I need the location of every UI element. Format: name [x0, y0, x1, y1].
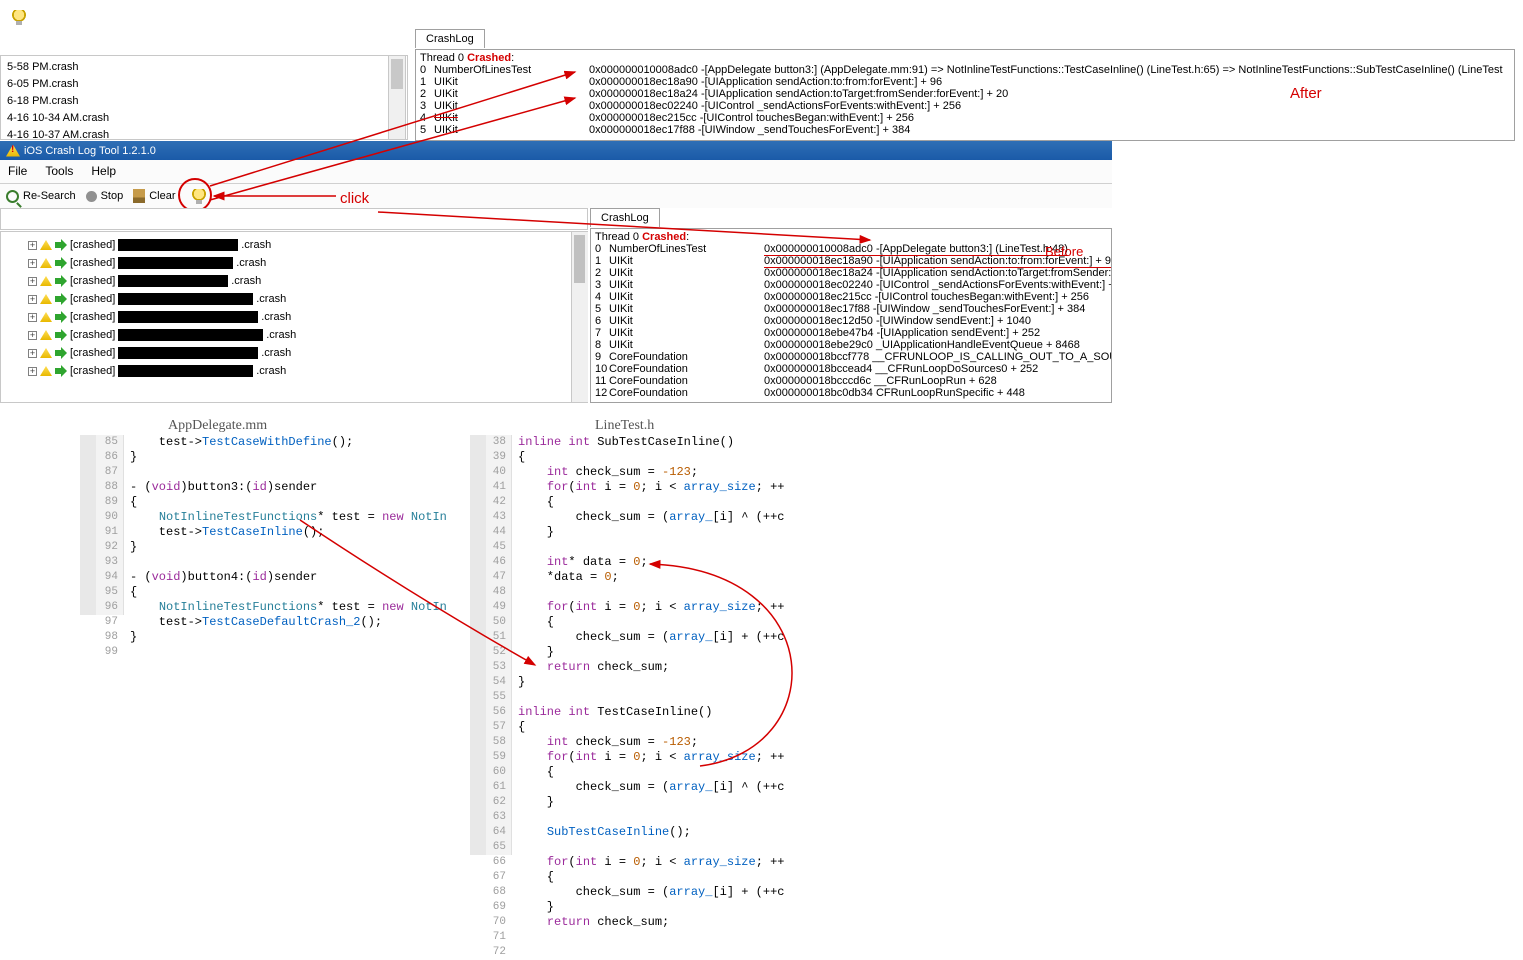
research-button[interactable]: Re-Search — [6, 187, 76, 205]
scrollbar[interactable] — [388, 55, 406, 140]
menu-file[interactable]: File — [8, 164, 27, 179]
upper-crash-log[interactable]: Thread 0 Crashed: 0NumberOfLinesTest0x00… — [415, 49, 1515, 141]
stop-icon — [86, 191, 97, 202]
tree-item[interactable]: +[crashed] .crash — [3, 272, 585, 290]
crash-row[interactable]: 11CoreFoundation0x000000018bcccd6c __CFR… — [595, 375, 1107, 387]
crash-row[interactable]: 3UIKit0x000000018ec02240 -[UIControl _se… — [595, 279, 1107, 291]
file-item[interactable]: 4-16 10-37 AM.crash — [7, 127, 401, 140]
crash-row[interactable]: 1UIKit0x000000018ec18a90 -[UIApplication… — [595, 255, 1107, 267]
warning-icon — [40, 276, 52, 286]
menu-bar[interactable]: File Tools Help — [0, 160, 1112, 184]
crash-row[interactable]: 2UIKit0x000000018ec18a24 -[UIApplication… — [595, 267, 1107, 279]
arrow-icon — [55, 293, 67, 305]
arrow-icon — [55, 365, 67, 377]
crash-row[interactable]: 0NumberOfLinesTest0x000000010008adc0 -[A… — [420, 64, 1510, 76]
tree-item[interactable]: +[crashed] .crash — [3, 290, 585, 308]
warning-icon — [6, 145, 20, 157]
crash-row[interactable]: 12CoreFoundation0x000000018bc0db34 CFRun… — [595, 387, 1107, 399]
magnifier-icon — [6, 190, 19, 203]
warning-icon — [40, 258, 52, 268]
window-titlebar: iOS Crash Log Tool 1.2.1.0 — [0, 141, 1112, 160]
lower-crash-log[interactable]: Thread 0 Crashed: 0NumberOfLinesTest0x00… — [590, 228, 1112, 403]
tree-item[interactable]: +[crashed] .crash — [3, 308, 585, 326]
tree-item[interactable]: +[crashed] .crash — [3, 236, 585, 254]
tab-crashlog[interactable]: CrashLog — [590, 208, 660, 227]
annotation-before: Before — [1045, 244, 1083, 259]
crash-row[interactable]: 6UIKit0x000000018ec12d50 -[UIWindow send… — [595, 315, 1107, 327]
tree-item[interactable]: +[crashed] .crash — [3, 344, 585, 362]
crash-tree[interactable]: +[crashed] .crash+[crashed] .crash+[cras… — [0, 231, 588, 403]
code-editor-left[interactable]: 85 86 87 88 89 90 91 92 93 94 95 96 97 9… — [80, 435, 480, 615]
file-item[interactable]: 6-05 PM.crash — [7, 76, 401, 93]
file-item[interactable]: 5-58 PM.crash — [7, 59, 401, 76]
arrow-icon — [55, 347, 67, 359]
editor-title-left: AppDelegate.mm — [168, 418, 267, 434]
crash-row[interactable]: 3UIKit0x000000018ec02240 -[UIControl _se… — [420, 100, 1510, 112]
crash-row[interactable]: 5UIKit0x000000018ec17f88 -[UIWindow _sen… — [420, 124, 1510, 136]
warning-icon — [40, 366, 52, 376]
crash-row[interactable]: 10CoreFoundation0x000000018bccead4 __CFR… — [595, 363, 1107, 375]
crashed-word: Crashed — [642, 231, 686, 243]
clear-button[interactable]: Clear — [133, 187, 175, 205]
code-editor-right[interactable]: 38 39 40 41 42 43 44 45 46 47 48 49 50 5… — [470, 435, 1030, 855]
arrow-icon — [55, 329, 67, 341]
tab-crashlog[interactable]: CrashLog — [415, 29, 485, 48]
thread-label: Thread 0 — [420, 52, 464, 64]
address-bar[interactable] — [0, 208, 588, 230]
arrow-icon — [55, 257, 67, 269]
menu-help[interactable]: Help — [91, 164, 116, 179]
crash-row[interactable]: 7UIKit0x000000018ebe47b4 -[UIApplication… — [595, 327, 1107, 339]
file-item[interactable]: 6-18 PM.crash — [7, 93, 401, 110]
tree-item[interactable]: +[crashed] .crash — [3, 362, 585, 380]
warning-icon — [40, 294, 52, 304]
crash-row[interactable]: 9CoreFoundation0x000000018bccf778 __CFRU… — [595, 351, 1107, 363]
crash-row[interactable]: 4UIKit0x000000018ec215cc -[UIControl tou… — [595, 291, 1107, 303]
warning-icon — [40, 330, 52, 340]
annotation-click: click — [340, 190, 369, 207]
annotation-circle — [178, 178, 212, 212]
warning-icon — [40, 348, 52, 358]
tree-item[interactable]: +[crashed] .crash — [3, 326, 585, 344]
crashed-word: Crashed — [467, 52, 511, 64]
crash-row[interactable]: 2UIKit0x000000018ec18a24 -[UIApplication… — [420, 88, 1510, 100]
tree-item[interactable]: +[crashed] .crash — [3, 254, 585, 272]
upper-file-list[interactable]: 5-58 PM.crash 6-05 PM.crash 6-18 PM.cras… — [0, 55, 408, 140]
menu-tools[interactable]: Tools — [45, 164, 73, 179]
crash-row[interactable]: 0NumberOfLinesTest0x000000010008adc0 -[A… — [595, 243, 1107, 255]
annotation-after: After — [1290, 85, 1322, 102]
crash-row[interactable]: 5UIKit0x000000018ec17f88 -[UIWindow _sen… — [595, 303, 1107, 315]
warning-icon — [40, 312, 52, 322]
file-item[interactable]: 4-16 10-34 AM.crash — [7, 110, 401, 127]
toolbar: Re-Search Stop Clear — [0, 184, 1112, 208]
broom-icon — [133, 189, 145, 203]
editor-title-right: LineTest.h — [595, 418, 654, 434]
arrow-icon — [55, 239, 67, 251]
crash-row[interactable]: 8UIKit0x000000018ebe29c0 _UIApplicationH… — [595, 339, 1107, 351]
window-title: iOS Crash Log Tool 1.2.1.0 — [24, 145, 156, 157]
arrow-icon — [55, 311, 67, 323]
thread-label: Thread 0 — [595, 231, 639, 243]
scrollbar[interactable] — [571, 232, 588, 402]
bulb-icon — [12, 10, 26, 24]
arrow-icon — [55, 275, 67, 287]
crash-row[interactable]: 1UIKit0x000000018ec18a90 -[UIApplication… — [420, 76, 1510, 88]
crash-row[interactable]: 4UIKit0x000000018ec215cc -[UIControl tou… — [420, 112, 1510, 124]
stop-button[interactable]: Stop — [86, 187, 124, 205]
warning-icon — [40, 240, 52, 250]
